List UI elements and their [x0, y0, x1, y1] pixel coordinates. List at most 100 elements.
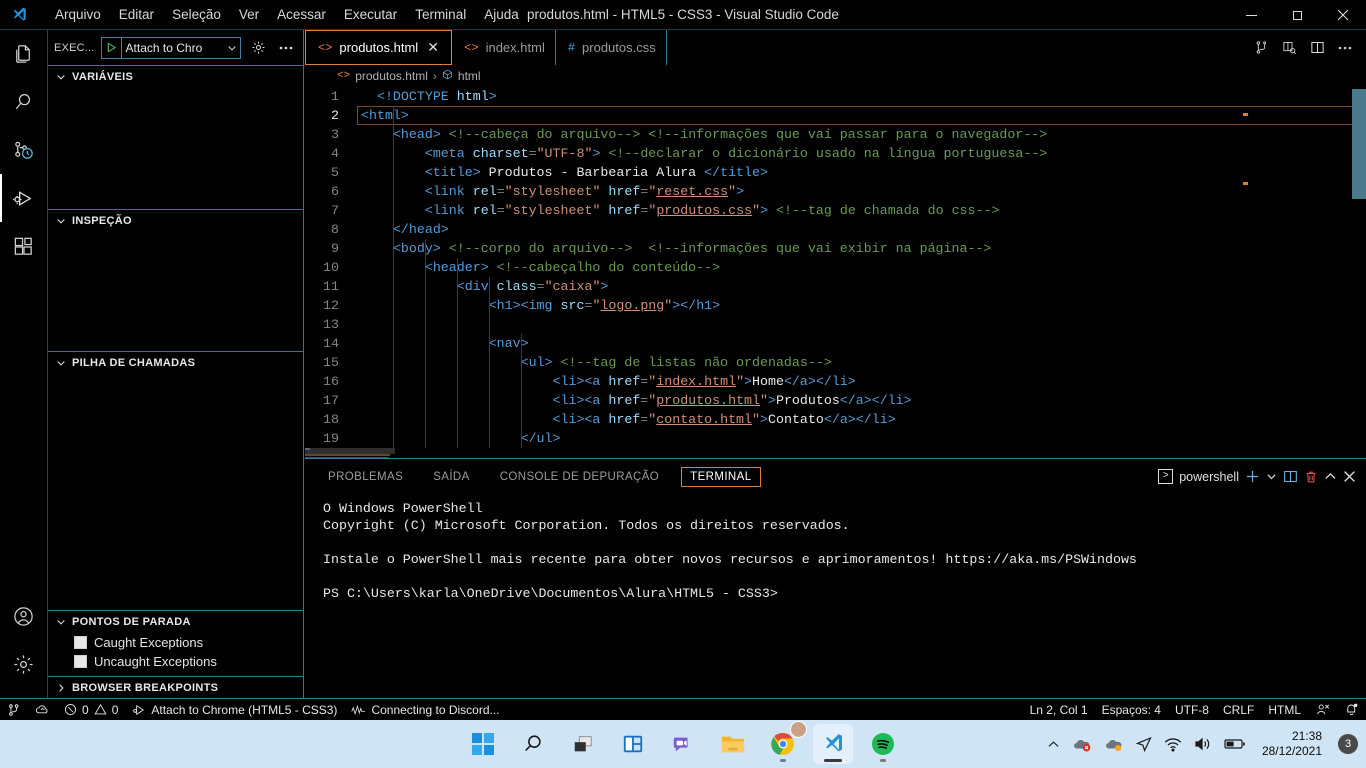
status-discord[interactable]: Connecting to Discord... [344, 699, 506, 721]
menu-bar[interactable]: Arquivo Editar Seleção Ver Acessar Execu… [46, 3, 528, 27]
search-icon[interactable] [0, 78, 48, 126]
breadcrumb-symbol[interactable]: html [458, 69, 481, 83]
menu-selecao[interactable]: Seleção [163, 3, 230, 27]
pane-header-browser-breakpoints[interactable]: BROWSER BREAKPOINTS [48, 677, 303, 698]
maximize-button[interactable] [1274, 0, 1320, 30]
code-line[interactable]: 8 </head> [305, 220, 1366, 239]
tab-problemas[interactable]: PROBLEMAS [320, 468, 411, 486]
code-line[interactable]: 11 <div class="caixa"> [305, 277, 1366, 296]
run-or-debug-icon[interactable] [1248, 35, 1274, 61]
chrome-icon[interactable] [763, 721, 807, 764]
code-text[interactable]: <title> Produtos - Barbearia Alura </tit… [357, 163, 1366, 182]
code-text[interactable]: <link rel="stylesheet" href="produtos.cs… [357, 201, 1366, 220]
tab-terminal[interactable]: TERMINAL [681, 466, 761, 487]
more-actions-icon[interactable] [1332, 35, 1358, 61]
wifi-icon[interactable] [1164, 737, 1182, 752]
volume-icon[interactable] [1194, 736, 1212, 752]
code-text[interactable]: <meta charset="UTF-8"> <!--declarar o di… [357, 144, 1366, 163]
tab-produtos-html[interactable]: <> produtos.html ✕ [305, 30, 453, 65]
code-text[interactable]: <link rel="stylesheet" href="reset.css"> [357, 182, 1366, 201]
new-terminal-icon[interactable] [1245, 466, 1260, 488]
code-line[interactable]: 18 <li><a href="contato.html">Contato</a… [305, 410, 1366, 429]
code-line[interactable]: 2 <html> [305, 106, 1366, 125]
code-lines[interactable]: 1 <!DOCTYPE html> 2 <html> 3 <head> <!--cab… [305, 87, 1366, 448]
code-line[interactable]: 5 <title> Produtos - Barbearia Alura </t… [305, 163, 1366, 182]
status-sync-cloud-icon[interactable] [28, 699, 57, 721]
menu-executar[interactable]: Executar [335, 3, 406, 27]
onedrive-sync-icon[interactable] [1104, 736, 1124, 752]
status-debug-target[interactable]: Attach to Chrome (HTML5 - CSS3) [125, 699, 344, 721]
code-line[interactable]: 6 <link rel="stylesheet" href="reset.css… [305, 182, 1366, 201]
start-windows-icon[interactable] [463, 724, 503, 764]
minimap-slider[interactable] [305, 448, 395, 454]
code-line[interactable]: 16 <li><a href="index.html">Home</a></li… [305, 372, 1366, 391]
code-line[interactable]: 4 <meta charset="UTF-8"> <!--declarar o … [305, 144, 1366, 163]
chevron-up-icon[interactable] [1047, 738, 1060, 751]
code-line[interactable]: 14 <nav> [305, 334, 1366, 353]
close-panel-icon[interactable] [1343, 466, 1356, 488]
code-text[interactable]: <li><a href="contato.html">Contato</a></… [357, 410, 1366, 429]
code-text[interactable]: <div class="caixa"> [357, 277, 1366, 296]
code-line[interactable]: 15 <ul> <!--tag de listas não ordenadas-… [305, 353, 1366, 372]
breakpoint-uncaught-exceptions[interactable]: Uncaught Exceptions [48, 652, 303, 671]
debug-config-select[interactable]: Attach to Chro [100, 36, 241, 59]
onedrive-error-icon[interactable] [1072, 736, 1092, 752]
status-notifications-bell-icon[interactable] [1337, 699, 1366, 721]
code-text[interactable]: <ul> <!--tag de listas não ordenadas--> [357, 353, 1366, 372]
code-line[interactable]: 12 <h1><img src="logo.png"></h1> [305, 296, 1366, 315]
split-terminal-icon[interactable] [1283, 466, 1298, 488]
start-debug-icon[interactable] [102, 37, 122, 58]
status-encoding[interactable]: UTF-8 [1168, 699, 1216, 721]
checkbox-unchecked-icon[interactable] [74, 655, 87, 668]
status-remote-icon[interactable] [0, 699, 28, 721]
menu-ajuda[interactable]: Ajuda [475, 3, 528, 27]
window-controls[interactable] [1228, 0, 1366, 30]
terminal-output[interactable]: O Windows PowerShell Copyright (C) Micros… [305, 494, 1366, 602]
vscode-icon[interactable] [813, 724, 853, 764]
taskbar-clock[interactable]: 21:38 28/12/2021 [1258, 729, 1326, 759]
chat-teams-icon[interactable] [663, 724, 703, 764]
checkbox-unchecked-icon[interactable] [74, 636, 87, 649]
menu-ver[interactable]: Ver [230, 3, 268, 27]
status-indentation[interactable]: Espaços: 4 [1095, 699, 1168, 721]
code-text[interactable]: <li><a href="index.html">Home</a></li> [357, 372, 1366, 391]
maximize-panel-icon[interactable] [1324, 466, 1337, 488]
file-explorer-icon[interactable] [713, 724, 753, 764]
code-text[interactable]: <head> <!--cabeça do arquivo--> <!--info… [357, 125, 1366, 144]
code-text[interactable] [357, 315, 1366, 334]
code-line[interactable]: 13 [305, 315, 1366, 334]
menu-arquivo[interactable]: Arquivo [46, 3, 110, 27]
code-text[interactable]: </head> [357, 220, 1366, 239]
minimize-button[interactable] [1228, 0, 1274, 30]
open-changes-icon[interactable] [1276, 35, 1302, 61]
tab-index-html[interactable]: <> index.html [452, 30, 556, 65]
code-line[interactable]: 19 </ul> [305, 429, 1366, 448]
battery-icon[interactable] [1224, 737, 1246, 751]
menu-acessar[interactable]: Acessar [268, 3, 335, 27]
debug-more-actions-icon[interactable] [275, 37, 297, 59]
terminal-selector[interactable]: > powershell [1158, 469, 1239, 484]
code-text[interactable]: <html> [357, 106, 1366, 125]
tab-produtos-css[interactable]: # produtos.css [556, 30, 667, 65]
code-line[interactable]: 7 <link rel="stylesheet" href="produtos.… [305, 201, 1366, 220]
settings-gear-icon[interactable] [0, 640, 48, 688]
location-icon[interactable] [1135, 736, 1152, 753]
widgets-icon[interactable] [613, 724, 653, 764]
code-line[interactable]: 1 <!DOCTYPE html> [305, 87, 1366, 106]
code-text[interactable]: <h1><img src="logo.png"></h1> [357, 296, 1366, 315]
status-problems[interactable]: 0 0 [57, 699, 125, 721]
pane-header-inspecao[interactable]: INSPEÇÃO [48, 210, 303, 232]
minimap[interactable] [305, 448, 395, 458]
code-text[interactable]: </ul> [357, 429, 1366, 448]
chevron-down-icon[interactable] [224, 43, 240, 53]
pane-header-pilha[interactable]: PILHA DE CHAMADAS [48, 352, 303, 374]
pane-header-variaveis[interactable]: VARIÁVEIS [48, 66, 303, 88]
explorer-icon[interactable] [0, 30, 48, 78]
pane-header-breakpoints[interactable]: PONTOS DE PARADA [48, 611, 303, 633]
code-text[interactable]: <body> <!--corpo do arquivo--> <!--infor… [357, 239, 1366, 258]
code-line[interactable]: 17 <li><a href="produtos.html">Produtos<… [305, 391, 1366, 410]
breadcrumb-file[interactable]: produtos.html [355, 69, 428, 83]
code-text[interactable]: <header> <!--cabeçalho do conteúdo--> [357, 258, 1366, 277]
code-line[interactable]: 10 <header> <!--cabeçalho do conteúdo--> [305, 258, 1366, 277]
task-view-icon[interactable] [563, 724, 603, 764]
